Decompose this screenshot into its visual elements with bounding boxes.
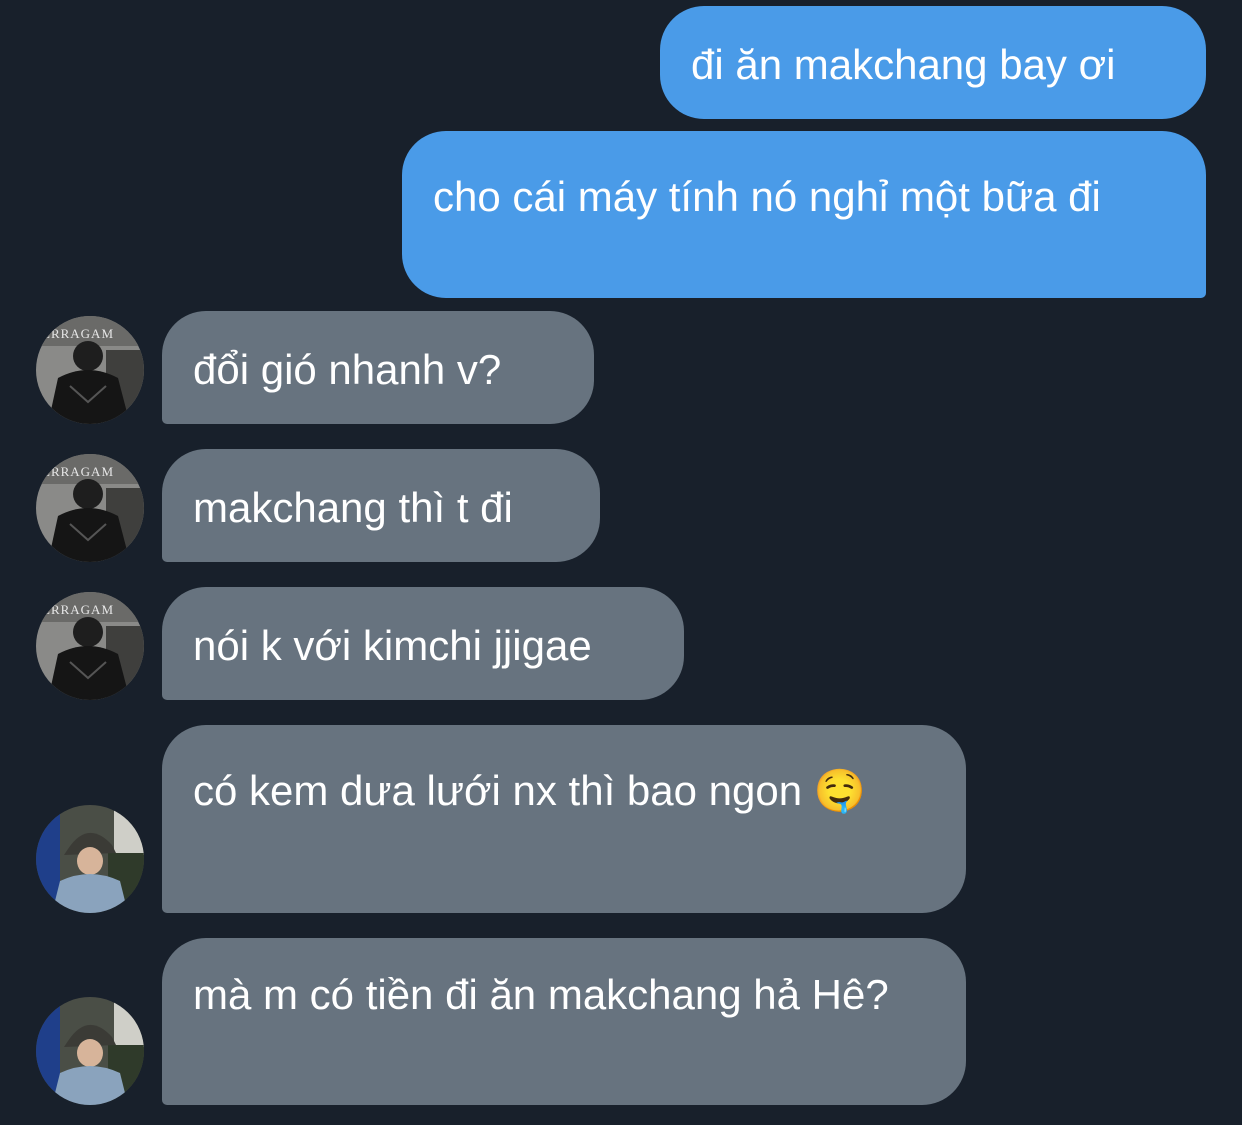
avatar-person-b[interactable] <box>36 805 144 913</box>
avatar-photo <box>36 805 144 913</box>
avatar-photo: ERRAGAM <box>36 454 144 562</box>
message-bubble-incoming[interactable]: nói k với kimchi jjigae <box>162 587 684 700</box>
message-text: đi ăn makchang bay ơi <box>691 41 1116 88</box>
svg-text:ERRAGAM: ERRAGAM <box>42 464 114 479</box>
avatar-photo: ERRAGAM <box>36 316 144 424</box>
avatar-person-a[interactable]: ERRAGAM <box>36 454 144 562</box>
message-bubble-outgoing[interactable]: đi ăn makchang bay ơi <box>660 6 1206 119</box>
avatar-photo <box>36 997 144 1105</box>
message-text: nói k với kimchi jjigae <box>193 622 592 669</box>
message-bubble-outgoing[interactable]: cho cái máy tính nó nghỉ một bữa đi <box>402 131 1206 298</box>
avatar-person-b[interactable] <box>36 997 144 1105</box>
message-text: có kem dưa lưới nx thì bao ngon 🤤 <box>193 767 867 814</box>
svg-text:ERRAGAM: ERRAGAM <box>42 602 114 617</box>
svg-text:ERRAGAM: ERRAGAM <box>42 326 114 341</box>
message-bubble-incoming[interactable]: makchang thì t đi <box>162 449 600 562</box>
message-bubble-incoming[interactable]: đổi gió nhanh v? <box>162 311 594 424</box>
message-text: đổi gió nhanh v? <box>193 346 502 393</box>
avatar-person-a[interactable]: ERRAGAM <box>36 316 144 424</box>
message-text: mà m có tiền đi ăn makchang hả Hê? <box>193 971 889 1018</box>
avatar-photo: ERRAGAM <box>36 592 144 700</box>
avatar-person-a[interactable]: ERRAGAM <box>36 592 144 700</box>
message-text: cho cái máy tính nó nghỉ một bữa đi <box>433 173 1101 220</box>
message-bubble-incoming[interactable]: có kem dưa lưới nx thì bao ngon 🤤 <box>162 725 966 913</box>
message-bubble-incoming[interactable]: mà m có tiền đi ăn makchang hả Hê? <box>162 938 966 1105</box>
message-text: makchang thì t đi <box>193 484 513 531</box>
